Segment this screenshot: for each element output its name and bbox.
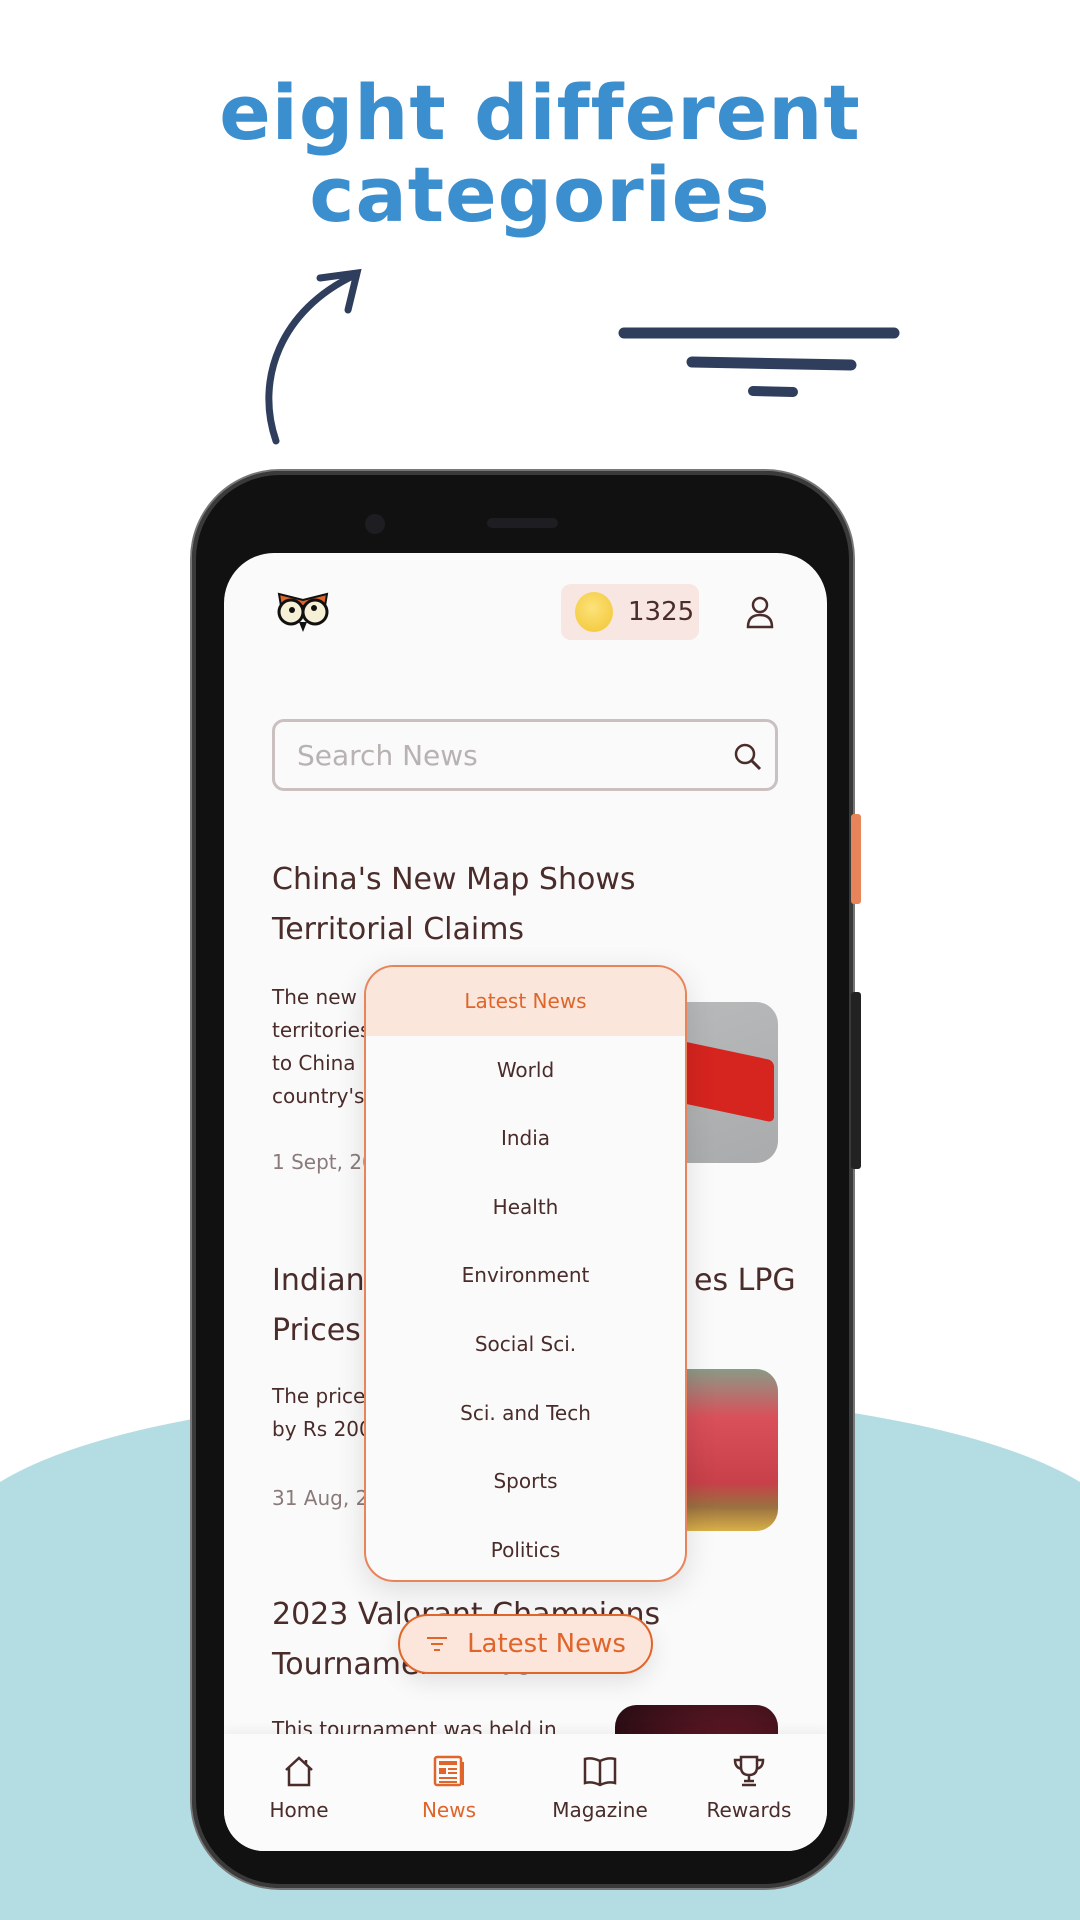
app-screen: 1325 Search News China's New Map Shows T… [224, 553, 827, 1851]
filter-lines-doodle [618, 327, 900, 397]
filter-button-label: Latest News [467, 1629, 626, 1659]
nav-label: Magazine [552, 1798, 648, 1822]
category-option-sports[interactable]: Sports [366, 1447, 685, 1516]
profile-icon[interactable] [745, 595, 775, 629]
article-title-fragment[interactable]: Prices [272, 1306, 361, 1356]
filter-icon [427, 1637, 448, 1651]
category-option-latest-news[interactable]: Latest News [366, 967, 685, 1036]
article-date: 31 Aug, 2 [272, 1486, 369, 1510]
nav-item-magazine[interactable]: Magazine [525, 1734, 675, 1822]
summary-line: by Rs 200 [272, 1417, 372, 1441]
nav-item-news[interactable]: News [374, 1734, 524, 1822]
article-title[interactable]: Indian [272, 1256, 365, 1306]
newspaper-icon [433, 1755, 464, 1787]
article-title[interactable]: China's New Map Shows Territorial Claims [272, 855, 636, 955]
decorative-doodles [265, 268, 900, 445]
nav-label: News [421, 1798, 477, 1822]
summary-line: The new [272, 985, 357, 1009]
curved-arrow-icon [265, 268, 362, 445]
search-placeholder: Search News [297, 738, 478, 772]
owl-logo-icon[interactable] [275, 590, 331, 634]
article-summary: The new territories to China country's [272, 981, 370, 1113]
bottom-navigation: Home News Magazine Rewards [224, 1734, 827, 1851]
coin-icon [575, 592, 613, 632]
coin-count: 1325 [628, 597, 695, 627]
article-summary: The price by Rs 200 [272, 1380, 372, 1446]
title-line: China's New Map Shows [272, 862, 636, 897]
summary-line: to China [272, 1051, 356, 1075]
coin-balance[interactable]: 1325 [561, 584, 699, 640]
summary-line: The price [272, 1384, 366, 1408]
category-filter-button[interactable]: Latest News [398, 1614, 653, 1674]
summary-line: country's [272, 1084, 365, 1108]
category-option-sci-and-tech[interactable]: Sci. and Tech [366, 1379, 685, 1448]
category-option-health[interactable]: Health [366, 1173, 685, 1242]
search-icon[interactable] [733, 742, 763, 772]
phone-power-button [851, 814, 861, 904]
category-option-environment[interactable]: Environment [366, 1241, 685, 1310]
article-title-fragment[interactable]: es LPG [694, 1256, 796, 1306]
article-date: 1 Sept, 20 [272, 1150, 375, 1174]
title-line: Territorial Claims [272, 912, 525, 947]
book-icon [583, 1757, 617, 1787]
search-input[interactable]: Search News [272, 719, 778, 791]
trophy-icon [733, 1755, 765, 1787]
category-option-social-sci[interactable]: Social Sci. [366, 1310, 685, 1379]
nav-item-rewards[interactable]: Rewards [674, 1734, 824, 1822]
category-option-india[interactable]: India [366, 1104, 685, 1173]
nav-item-home[interactable]: Home [224, 1734, 374, 1822]
category-dropdown-menu: Latest News World India Health Environme… [364, 965, 687, 1582]
summary-line: territories [272, 1018, 371, 1042]
front-camera [365, 514, 385, 534]
home-icon [285, 1756, 313, 1787]
category-option-world[interactable]: World [366, 1036, 685, 1105]
phone-volume-button [851, 992, 861, 1169]
nav-label: Rewards [706, 1798, 792, 1822]
nav-label: Home [269, 1798, 329, 1822]
earpiece-speaker [487, 518, 558, 528]
category-option-politics[interactable]: Politics [366, 1516, 685, 1580]
